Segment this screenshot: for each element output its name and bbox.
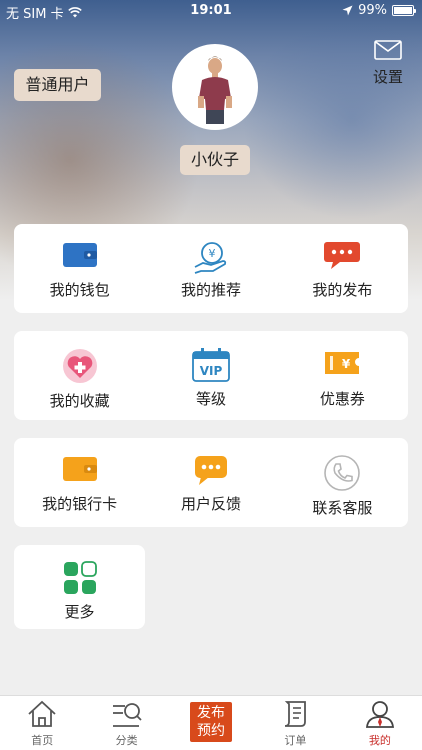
menu-item-customer-service[interactable]: 联系客服: [277, 438, 408, 527]
menu-label-publish: 我的发布: [312, 281, 373, 299]
tab-orders[interactable]: 订单: [253, 696, 337, 750]
location-arrow-icon: [342, 5, 353, 16]
recommend-icon: ¥: [194, 242, 227, 274]
menu-label-more: 更多: [64, 603, 95, 621]
battery-fill: [394, 7, 412, 14]
menu-label-favorites: 我的收藏: [49, 392, 110, 410]
settings-button[interactable]: 设置: [368, 40, 408, 87]
tab-label-category: 分类: [115, 734, 138, 747]
user-type-badge[interactable]: 普通用户: [14, 69, 101, 101]
menu-label-recommend: 我的推荐: [180, 281, 241, 299]
battery-icon: [392, 5, 416, 16]
wallet-icon: [62, 243, 97, 267]
menu-label-wallet: 我的钱包: [49, 281, 110, 299]
grid-icon: [63, 561, 97, 594]
menu-card-3: 我的银行卡 用户反馈 联系客服: [14, 438, 408, 527]
tab-category[interactable]: 分类: [84, 696, 168, 750]
nickname[interactable]: 小伙子: [180, 145, 250, 175]
vip-calendar-icon: VIP: [192, 348, 230, 382]
avatar[interactable]: [172, 44, 258, 130]
mail-icon: [374, 40, 402, 60]
menu-label-level: 等级: [195, 390, 226, 408]
profile-icon: [365, 701, 394, 728]
menu-label-bank-card: 我的银行卡: [42, 495, 118, 513]
settings-label: 设置: [372, 68, 403, 86]
order-icon: [285, 701, 307, 727]
svg-text:VIP: VIP: [200, 364, 223, 378]
coupon-icon: ¥: [325, 352, 360, 374]
menu-item-feedback[interactable]: 用户反馈: [145, 438, 276, 527]
status-bar: 无 SIM 卡 19:01 99%: [0, 0, 422, 22]
menu-label-feedback: 用户反馈: [180, 495, 241, 513]
menu-label-coupon: 优惠券: [319, 390, 365, 408]
heart-plus-icon: [62, 349, 97, 383]
menu-label-customer-service: 联系客服: [312, 499, 373, 517]
feedback-icon: [194, 456, 227, 485]
tab-publish[interactable]: 发布 预约: [169, 696, 253, 750]
tab-label-orders: 订单: [284, 734, 307, 747]
menu-item-coupon[interactable]: ¥ 优惠券: [277, 331, 408, 420]
tab-label-home: 首页: [31, 734, 54, 747]
svg-text:¥: ¥: [342, 357, 351, 371]
phone-icon: [324, 455, 361, 491]
tab-label-profile: 我的: [368, 734, 391, 747]
battery-percent: 99%: [358, 3, 387, 18]
message-icon: [324, 242, 361, 269]
menu-item-favorites[interactable]: 我的收藏: [14, 331, 145, 420]
menu-item-recommend[interactable]: ¥ 我的推荐: [145, 224, 276, 313]
menu-card-2: 我的收藏 VIP 等级 ¥ 优惠券: [14, 331, 408, 420]
menu-item-bank-card[interactable]: 我的银行卡: [14, 438, 145, 527]
tab-home[interactable]: 首页: [0, 696, 84, 750]
menu-item-wallet[interactable]: 我的钱包: [14, 224, 145, 313]
svg-text:¥: ¥: [208, 247, 215, 260]
category-icon: [112, 703, 142, 727]
publish-button[interactable]: 发布 预约: [190, 702, 233, 742]
menu-card-1: 我的钱包 ¥ 我的推荐 我的发布: [14, 224, 408, 313]
menu-item-more[interactable]: 更多: [14, 545, 145, 629]
menu-card-more: 更多: [14, 545, 145, 629]
home-icon: [28, 700, 56, 727]
avatar-person-image: [174, 46, 256, 128]
tab-profile[interactable]: 我的: [338, 696, 422, 750]
bank-card-icon: [62, 457, 97, 481]
bottom-tab-bar: 首页 分类 发布 预约 订单 我的: [0, 695, 422, 750]
menu-item-level[interactable]: VIP 等级: [145, 331, 276, 420]
menu-item-publish[interactable]: 我的发布: [277, 224, 408, 313]
